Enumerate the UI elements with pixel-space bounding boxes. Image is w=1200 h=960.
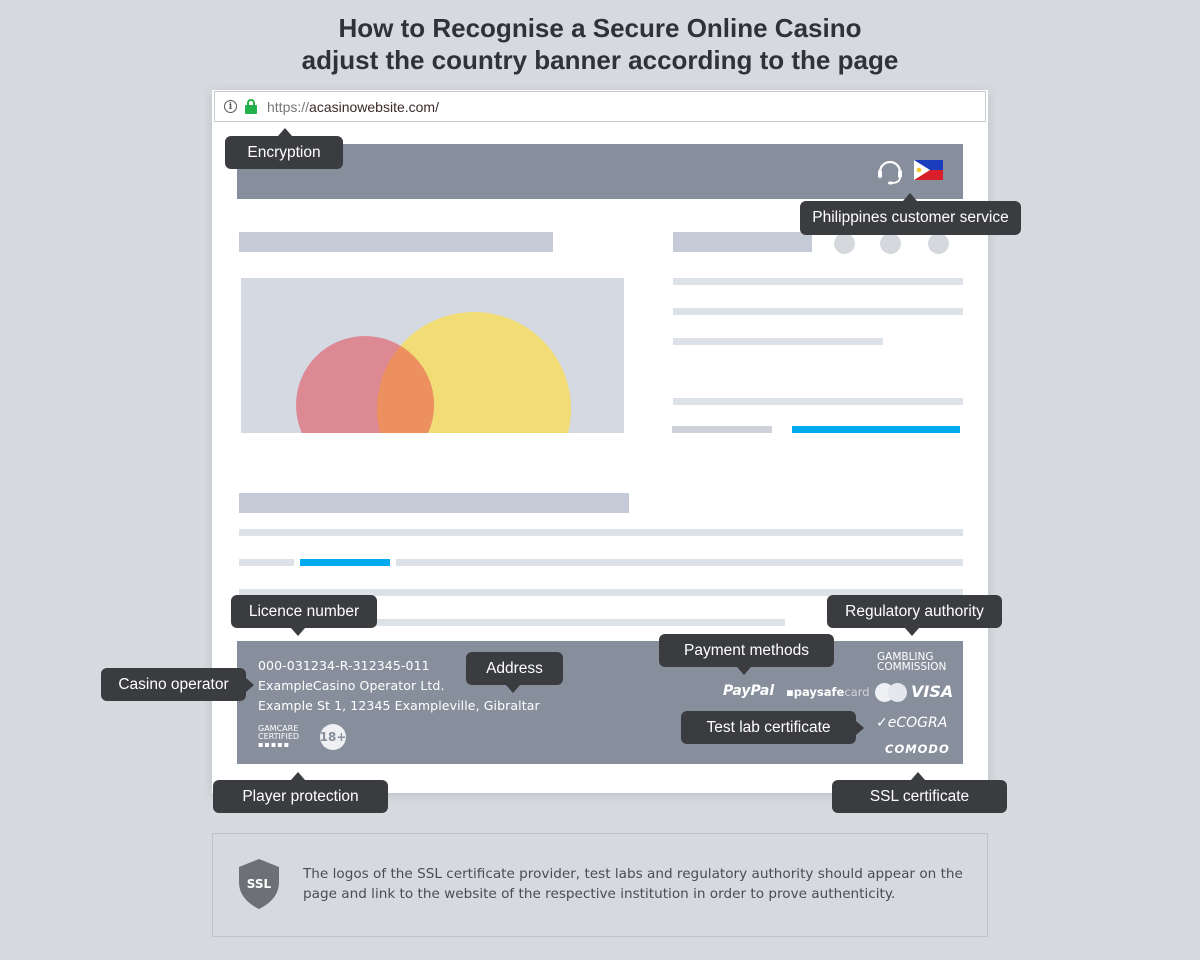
- slider-dot[interactable]: [928, 233, 949, 254]
- operator-address: Example St 1, 12345 Exampleville, Gibral…: [258, 698, 540, 713]
- callout-ssl-certificate: SSL certificate: [832, 780, 1007, 813]
- callout-arrow: [911, 772, 925, 780]
- address-bar[interactable]: i https://acasinowebsite.com/: [214, 91, 986, 122]
- callout-casino-operator: Casino operator: [101, 668, 246, 701]
- placeholder-heading-section: [239, 493, 629, 513]
- text-line: [673, 398, 963, 405]
- paysafecard-logo[interactable]: ▪paysafecard: [786, 685, 870, 699]
- info-box: SSL The logos of the SSL certificate pro…: [212, 833, 988, 937]
- headset-icon[interactable]: [877, 157, 903, 185]
- link-line[interactable]: [792, 426, 960, 433]
- ecogra-logo[interactable]: ✓eCOGRA: [876, 715, 947, 731]
- url-protocol: https://: [267, 98, 310, 115]
- info-icon[interactable]: i: [224, 100, 237, 113]
- operator-name: ExampleCasino Operator Ltd.: [258, 678, 445, 693]
- slider-dot[interactable]: [880, 233, 901, 254]
- check-icon: ✓: [876, 715, 888, 731]
- paysafe-text: paysafe: [793, 685, 845, 699]
- callout-licence-number: Licence number: [231, 595, 377, 628]
- gambling-commission-logo[interactable]: GAMBLING COMMISSION: [877, 652, 947, 673]
- visa-logo[interactable]: VISA: [911, 682, 953, 701]
- callout-arrow: [903, 193, 917, 201]
- ssl-shield-icon: SSL: [239, 859, 279, 909]
- callout-arrow: [291, 772, 305, 780]
- mastercard-logo-circle: [888, 683, 907, 702]
- callout-customer-service: Philippines customer service: [800, 201, 1021, 235]
- url-host: acasinowebsite.com/: [309, 98, 439, 115]
- lock-icon[interactable]: [244, 98, 258, 115]
- paypal-logo[interactable]: PayPal: [723, 683, 774, 699]
- age-18-badge[interactable]: 18+: [320, 724, 346, 750]
- callout-encryption: Encryption: [225, 136, 343, 169]
- callout-arrow: [291, 628, 305, 636]
- callout-arrow: [856, 721, 864, 735]
- callout-arrow: [737, 667, 751, 675]
- ssl-badge-text: SSL: [247, 877, 272, 891]
- title-line-1: How to Recognise a Secure Online Casino: [338, 13, 862, 43]
- callout-player-protection: Player protection: [213, 780, 388, 813]
- paysafe-card-text: card: [844, 685, 870, 699]
- regulator-line-2: COMMISSION: [877, 661, 947, 673]
- callout-regulatory-authority: Regulatory authority: [827, 595, 1002, 628]
- text-line: [673, 308, 963, 315]
- text-line: [673, 278, 963, 285]
- title-line-2: adjust the country banner according to t…: [301, 45, 899, 75]
- placeholder-heading-right: [673, 232, 812, 252]
- info-text: The logos of the SSL certificate provide…: [303, 866, 963, 902]
- slider-dot[interactable]: [834, 233, 855, 254]
- hero-image: [241, 278, 624, 433]
- site-header: [237, 144, 963, 199]
- link-line[interactable]: [300, 559, 390, 566]
- licence-number: 000-031234-R-312345-011: [258, 658, 430, 673]
- text-line: [672, 426, 772, 433]
- callout-arrow: [278, 128, 292, 136]
- callout-address: Address: [466, 652, 563, 685]
- text-line: [673, 338, 883, 345]
- text-line: [396, 559, 963, 566]
- callout-arrow: [506, 685, 520, 693]
- page-title: How to Recognise a Secure Online Casino …: [0, 12, 1200, 76]
- placeholder-heading: [239, 232, 553, 252]
- ecogra-text: eCOGRA: [887, 715, 948, 731]
- gamcare-logo[interactable]: GAMCARE CERTIFIED ▪▪▪▪▪: [258, 725, 299, 749]
- callout-arrow: [905, 628, 919, 636]
- callout-arrow: [246, 678, 254, 692]
- callout-test-lab: Test lab certificate: [681, 711, 856, 744]
- overlap-circle: [296, 336, 434, 433]
- comodo-logo[interactable]: COMODO: [885, 742, 950, 756]
- philippines-flag-icon[interactable]: [914, 160, 943, 180]
- text-line: [239, 559, 294, 566]
- callout-payment-methods: Payment methods: [659, 634, 834, 667]
- text-line: [239, 529, 963, 536]
